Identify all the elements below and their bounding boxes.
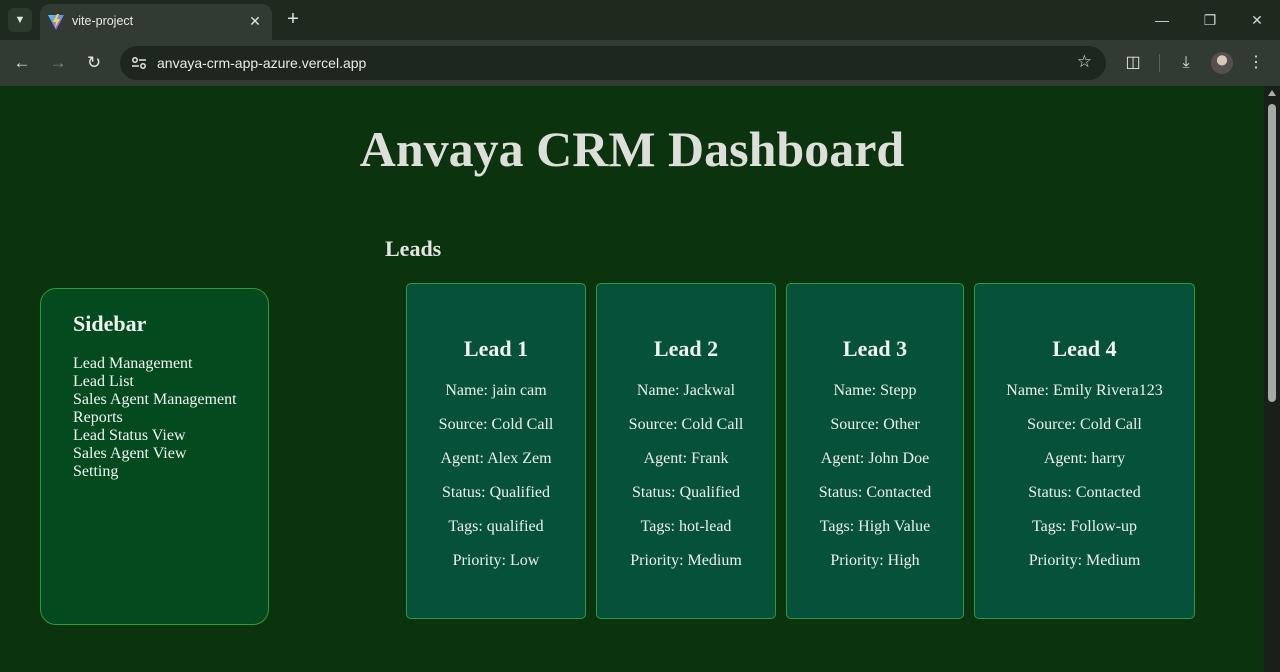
sidebar-item-lead-status-view[interactable]: Lead Status View	[73, 427, 268, 445]
tune-icon[interactable]	[130, 54, 148, 72]
lead-card[interactable]: Lead 2 Name: Jackwal Source: Cold Call A…	[596, 283, 776, 619]
sidebar-item-reports[interactable]: Reports	[73, 409, 268, 427]
reload-icon[interactable]: ↻	[82, 51, 106, 75]
arrow-left-icon[interactable]: ←	[10, 51, 34, 75]
leads-heading: Leads	[385, 236, 442, 261]
lead-status: Status: Qualified	[632, 484, 740, 501]
lead-priority: Priority: Medium	[630, 552, 742, 569]
lead-source: Source: Cold Call	[438, 416, 554, 433]
page-viewport: Anvaya CRM Dashboard Sidebar Lead Manage…	[0, 86, 1264, 672]
address-bar[interactable]: anvaya-crm-app-azure.vercel.app ☆	[120, 46, 1106, 80]
lead-status: Status: Contacted	[818, 484, 932, 501]
url-text: anvaya-crm-app-azure.vercel.app	[157, 55, 367, 71]
plus-icon[interactable]: +	[282, 9, 304, 31]
sidebar-item-lead-management[interactable]: Lead Management	[73, 355, 268, 373]
lead-title: Lead 4	[1052, 336, 1117, 361]
star-icon[interactable]: ☆	[1077, 52, 1092, 72]
kebab-menu-icon[interactable]: ⋮	[1245, 52, 1267, 74]
lead-agent: Agent: harry	[1043, 450, 1126, 467]
chevron-down-icon[interactable]: ▼	[8, 8, 32, 32]
lead-agent: Agent: Frank	[643, 450, 729, 467]
lead-source: Source: Cold Call	[1027, 416, 1142, 433]
close-icon[interactable]: ✕	[246, 12, 264, 30]
scroll-up-arrow-icon[interactable]	[1268, 90, 1276, 96]
sidebar-item-sales-agent-view[interactable]: Sales Agent View	[73, 445, 268, 463]
lead-title: Lead 3	[842, 336, 908, 361]
lead-agent: Agent: Alex Zem	[440, 450, 552, 467]
lead-name: Name: Stepp	[833, 382, 917, 399]
lead-status: Status: Contacted	[1028, 484, 1141, 501]
lead-card[interactable]: Lead 1 Name: jain cam Source: Cold Call …	[406, 283, 586, 619]
minimize-icon[interactable]: —	[1152, 10, 1172, 30]
lead-name: Name: jain cam	[445, 382, 547, 399]
window-close-icon[interactable]: ✕	[1247, 10, 1267, 30]
download-icon[interactable]: ⤓	[1175, 52, 1197, 74]
avatar[interactable]	[1211, 52, 1233, 74]
sidebar: Sidebar Lead Management Lead List Sales …	[40, 288, 269, 625]
toolbar-divider	[1159, 54, 1160, 72]
scrollbar-thumb[interactable]	[1268, 104, 1276, 402]
tab-title: vite-project	[72, 14, 134, 28]
sidebar-title: Sidebar	[73, 311, 147, 336]
lead-priority: Priority: Low	[452, 552, 540, 569]
lead-priority: Priority: High	[830, 552, 920, 569]
lead-status: Status: Qualified	[442, 484, 550, 501]
sidebar-item-setting[interactable]: Setting	[73, 463, 268, 481]
lead-agent: Agent: John Doe	[820, 450, 930, 467]
lead-source: Source: Other	[830, 416, 920, 433]
lead-card[interactable]: Lead 4 Name: Emily Rivera123 Source: Col…	[974, 283, 1195, 619]
lead-card[interactable]: Lead 3 Name: Stepp Source: Other Agent: …	[786, 283, 964, 619]
sidebar-item-sales-agent-management[interactable]: Sales Agent Management	[73, 391, 268, 409]
arrow-right-icon[interactable]: →	[46, 51, 70, 75]
lead-tags: Tags: qualified	[448, 518, 544, 535]
puzzle-icon[interactable]: ◫	[1122, 52, 1144, 74]
lead-title: Lead 1	[463, 336, 529, 361]
sidebar-item-lead-list[interactable]: Lead List	[73, 373, 268, 391]
lead-tags: Tags: Follow-up	[1031, 518, 1138, 535]
lead-name: Name: Jackwal	[636, 382, 736, 399]
lead-name: Name: Emily Rivera123	[1006, 382, 1163, 399]
lead-title: Lead 2	[653, 336, 719, 361]
browser-toolbar: ← → ↻ anvaya-crm-app-azure.vercel.app ☆ …	[0, 40, 1280, 86]
lead-tags: Tags: hot-lead	[640, 518, 732, 535]
restore-icon[interactable]: ❐	[1200, 10, 1220, 30]
lead-source: Source: Cold Call	[628, 416, 744, 433]
lead-priority: Priority: Medium	[1028, 552, 1141, 569]
browser-tab-bar: ▼ vite-project ✕ + — ❐ ✕	[0, 0, 1280, 40]
page-title: Anvaya CRM Dashboard	[359, 121, 905, 177]
browser-tab[interactable]: vite-project ✕	[40, 4, 272, 40]
lead-tags: Tags: High Value	[819, 518, 931, 535]
vite-logo-icon	[48, 14, 64, 30]
page-scrollbar[interactable]	[1264, 86, 1280, 672]
